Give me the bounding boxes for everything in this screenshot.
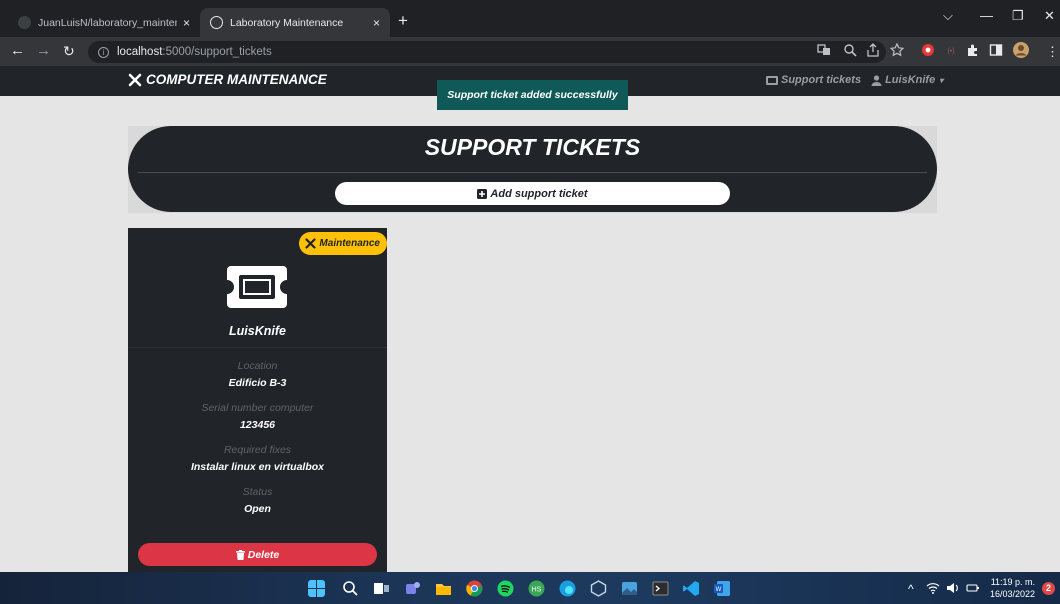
globe-icon	[210, 16, 223, 29]
browser-tab-github[interactable]: JuanLuisN/laboratory_maintenan ×	[8, 8, 200, 37]
ticket-card: Maintenance LuisKnife Location Edificio …	[128, 228, 387, 572]
volume-icon[interactable]	[946, 581, 960, 595]
add-button-label: Add support ticket	[490, 187, 588, 200]
svg-text:W: W	[716, 587, 722, 593]
browser-toolbar: ← → ↻ i localhost:5000/support_tickets (…	[0, 37, 1060, 66]
brand[interactable]: COMPUTER MAINTENANCE	[128, 72, 327, 87]
browser-tab-laboratory[interactable]: Laboratory Maintenance ×	[200, 8, 390, 37]
profile-avatar-icon[interactable]	[1013, 42, 1029, 58]
vscode-icon[interactable]	[683, 580, 700, 597]
new-tab-button[interactable]: +	[398, 12, 408, 29]
translate-icon[interactable]	[817, 43, 831, 57]
restore-icon[interactable]: ❐	[1012, 8, 1024, 24]
wifi-icon[interactable]	[926, 581, 940, 595]
reload-icon[interactable]: ↻	[63, 41, 75, 61]
terminal-icon[interactable]	[652, 580, 669, 597]
close-tab-icon[interactable]: ×	[373, 16, 380, 30]
toast-message: Support ticket added successfully	[447, 89, 618, 101]
minimize-icon[interactable]: —	[980, 8, 993, 23]
status-label: Status	[242, 486, 273, 498]
card-divider	[128, 347, 387, 348]
add-support-ticket-button[interactable]: Add support ticket	[335, 182, 730, 205]
location-label: Location	[237, 360, 278, 372]
brand-label: COMPUTER MAINTENANCE	[146, 72, 327, 87]
serial-value: 123456	[239, 419, 276, 431]
tools-icon	[305, 238, 317, 249]
info-icon[interactable]: i	[98, 46, 109, 58]
ticket-icon	[766, 75, 778, 85]
page-title: SUPPORT TICKETS	[424, 134, 641, 160]
url-path: :5000/support_tickets	[162, 46, 272, 58]
forward-icon[interactable]: →	[36, 41, 51, 61]
browser-tab-bar: JuanLuisN/laboratory_maintenan × Laborat…	[0, 0, 1060, 37]
caret-down-icon: ▾	[939, 75, 944, 85]
plus-square-icon	[477, 188, 488, 199]
trash-icon	[235, 549, 245, 560]
notification-badge[interactable]: 2	[1042, 582, 1055, 595]
windows-start-icon[interactable]	[308, 580, 325, 597]
ticket-large-icon	[227, 266, 287, 308]
chevron-up-icon[interactable]: ^	[908, 582, 914, 596]
header-panel: SUPPORT TICKETS Add support ticket	[128, 126, 937, 212]
nav-links: Support tickets LuisKnife ▾	[766, 74, 953, 86]
zoom-icon[interactable]	[843, 43, 857, 57]
location-value: Edificio B-3	[228, 377, 287, 389]
tools-icon	[128, 73, 142, 86]
nav-link-support-tickets[interactable]: Support tickets	[766, 74, 861, 86]
back-icon[interactable]: ←	[10, 41, 25, 61]
divider	[138, 172, 927, 173]
category-badge: Maintenance	[299, 232, 387, 255]
chrome-icon[interactable]	[466, 580, 483, 597]
virtualbox-icon[interactable]	[590, 580, 607, 597]
file-explorer-icon[interactable]	[435, 580, 452, 597]
svg-text:(•): (•)	[947, 48, 954, 55]
nav-user-label: LuisKnife	[885, 74, 936, 86]
word-icon[interactable]: W	[714, 580, 731, 597]
success-toast: Support ticket added successfully	[437, 80, 628, 110]
menu-dots-icon[interactable]: ⋮	[1046, 42, 1059, 62]
spotify-icon[interactable]	[497, 580, 514, 597]
teams-icon[interactable]	[404, 580, 421, 597]
clock-date: 16/03/2022	[990, 589, 1036, 599]
hs-app-icon[interactable]: HS	[528, 580, 545, 597]
nav-user-dropdown[interactable]: LuisKnife ▾	[871, 74, 943, 86]
serial-label: Serial number computer	[201, 402, 314, 414]
fixes-value: Instalar linux en virtualbox	[190, 461, 325, 473]
share-icon[interactable]	[866, 43, 880, 57]
badge-label: Maintenance	[319, 238, 380, 249]
edge-icon[interactable]	[559, 580, 576, 597]
extension-red-icon[interactable]	[921, 43, 935, 57]
extension-icon[interactable]: (•)	[944, 43, 958, 57]
github-icon	[18, 16, 31, 29]
system-clock[interactable]: 11:19 p. m. 16/03/2022	[990, 576, 1035, 600]
address-bar[interactable]: i localhost:5000/support_tickets	[88, 41, 886, 63]
close-tab-icon[interactable]: ×	[183, 16, 190, 30]
delete-button[interactable]: Delete	[138, 543, 377, 566]
user-icon	[871, 74, 882, 86]
url-host: localhost	[117, 46, 163, 58]
bookmark-star-icon[interactable]	[890, 43, 904, 57]
battery-icon[interactable]	[966, 581, 980, 595]
task-view-icon[interactable]	[373, 580, 390, 597]
ticket-user: LuisKnife	[229, 324, 286, 338]
photos-icon[interactable]	[621, 580, 638, 597]
delete-label: Delete	[247, 548, 280, 561]
tab-title: Laboratory Maintenance	[230, 16, 344, 29]
status-value: Open	[244, 503, 271, 515]
side-panel-icon[interactable]	[989, 43, 1003, 57]
ticket-fields: Location Edificio B-3 Serial number comp…	[128, 359, 387, 527]
chevron-down-icon[interactable]: ⌵	[943, 8, 953, 24]
fixes-label: Required fixes	[223, 444, 292, 456]
nav-link-label: Support tickets	[781, 74, 862, 86]
search-icon[interactable]	[342, 580, 359, 597]
svg-text:HS: HS	[532, 587, 542, 594]
windows-taskbar: HS W ^ 11:19 p. m. 16/03/2022 2	[0, 572, 1060, 604]
puzzle-icon[interactable]	[966, 43, 980, 57]
close-window-icon[interactable]: ✕	[1044, 8, 1055, 24]
clock-time: 11:19 p. m.	[990, 577, 1036, 587]
tab-title: JuanLuisN/laboratory_maintenan	[38, 16, 177, 29]
